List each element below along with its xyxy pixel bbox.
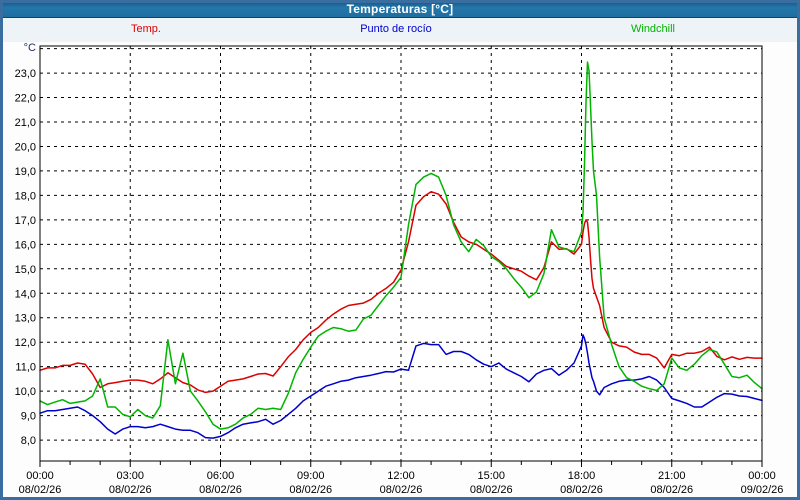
y-tick-label: 21,0 bbox=[15, 117, 36, 129]
x-tick-time-label: 03:00 bbox=[116, 470, 144, 482]
y-axis-unit-label: °C bbox=[24, 42, 36, 54]
y-tick-label: 23,0 bbox=[15, 68, 36, 80]
x-tick-date-label: 08/02/26 bbox=[470, 484, 513, 496]
y-tick-label: 18,0 bbox=[15, 190, 36, 202]
x-tick-time-label: 18:00 bbox=[568, 470, 596, 482]
legend-item-dewpoint: Punto de rocío bbox=[360, 23, 432, 35]
y-tick-label: 9,0 bbox=[21, 411, 36, 423]
y-tick-label: 20,0 bbox=[15, 141, 36, 153]
y-tick-label: 14,0 bbox=[15, 288, 36, 300]
x-tick-date-label: 08/02/26 bbox=[109, 484, 152, 496]
x-tick-date-label: 08/02/26 bbox=[650, 484, 693, 496]
x-tick-time-label: 15:00 bbox=[477, 470, 505, 482]
x-tick-date-label: 08/02/26 bbox=[19, 484, 62, 496]
y-tick-label: 22,0 bbox=[15, 93, 36, 105]
x-tick-time-label: 00:00 bbox=[26, 470, 54, 482]
y-tick-label: 15,0 bbox=[15, 264, 36, 276]
legend: Temp. Punto de rocío Windchill bbox=[0, 18, 800, 42]
y-tick-label: 10,0 bbox=[15, 386, 36, 398]
y-tick-label: 13,0 bbox=[15, 313, 36, 325]
title-bar: Temperaturas [°C] bbox=[0, 0, 800, 18]
x-tick-time-label: 06:00 bbox=[207, 470, 235, 482]
x-tick-date-label: 08/02/26 bbox=[289, 484, 332, 496]
y-tick-label: 19,0 bbox=[15, 166, 36, 178]
x-tick-time-label: 21:00 bbox=[658, 470, 686, 482]
y-tick-label: 17,0 bbox=[15, 215, 36, 227]
temperature-chart: 8,0 9,0 10,0 11,0 12,0 13,0 14,0 15,0 16,0 17,0 18… bbox=[0, 0, 800, 500]
x-tick-time-label: 00:00 bbox=[748, 470, 776, 482]
x-tick-date-label: 08/02/26 bbox=[380, 484, 423, 496]
y-tick-label: 12,0 bbox=[15, 337, 36, 349]
legend-item-temp: Temp. bbox=[131, 23, 161, 35]
x-tick-date-label: 08/02/26 bbox=[560, 484, 603, 496]
x-tick-date-label: 08/02/26 bbox=[199, 484, 242, 496]
x-tick-time-label: 12:00 bbox=[387, 470, 415, 482]
y-tick-label: 16,0 bbox=[15, 239, 36, 251]
x-tick-time-label: 09:00 bbox=[297, 470, 325, 482]
legend-item-windchill: Windchill bbox=[631, 23, 675, 35]
window-title: Temperaturas [°C] bbox=[347, 2, 454, 16]
y-tick-label: 11,0 bbox=[15, 362, 36, 374]
y-tick-label: 8,0 bbox=[21, 435, 36, 447]
x-tick-date-label: 09/02/26 bbox=[741, 484, 784, 496]
